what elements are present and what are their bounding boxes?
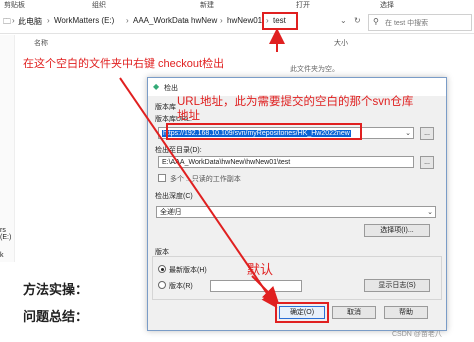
arrow-to-ok-button <box>119 77 278 309</box>
arrow-default-to-ok <box>251 275 279 303</box>
annotation-arrows <box>119 28 285 309</box>
